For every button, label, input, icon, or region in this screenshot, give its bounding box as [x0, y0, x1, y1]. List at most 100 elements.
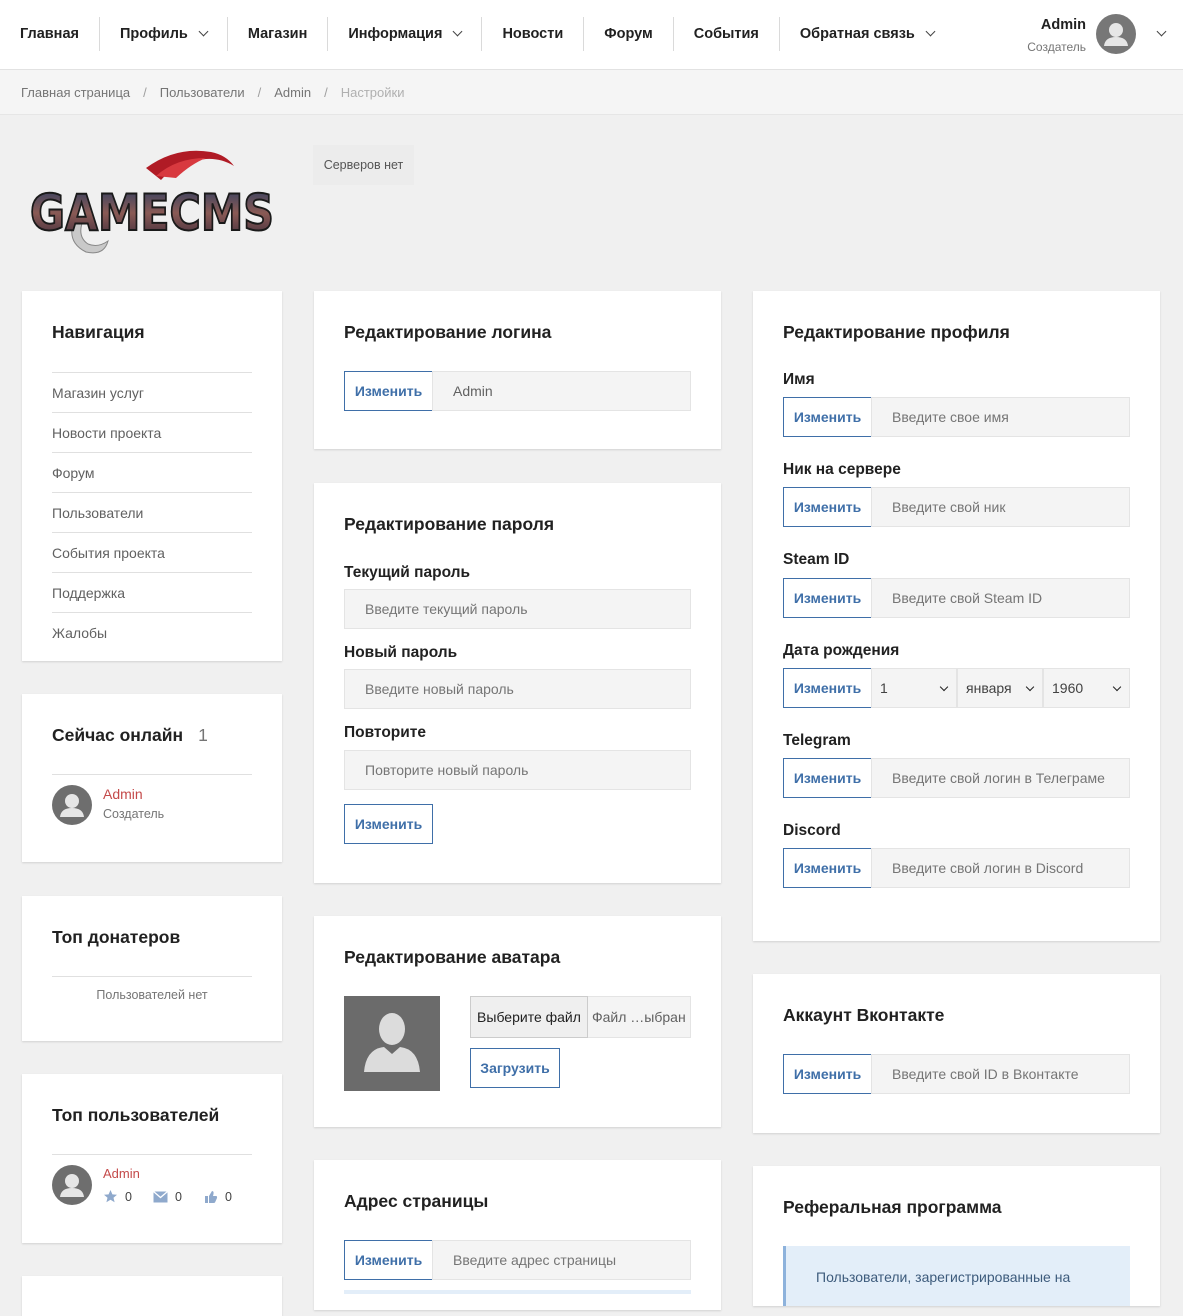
top-user-name[interactable]: Admin: [103, 1166, 140, 1181]
breadcrumb: Главная страница / Пользователи / Admin …: [0, 70, 1183, 115]
repeat-password-input[interactable]: Повторите новый пароль: [344, 750, 691, 790]
breadcrumb-item[interactable]: Admin: [274, 85, 311, 100]
birth-day-select[interactable]: 1: [871, 668, 957, 708]
card-title: Топ донатеров: [52, 927, 181, 947]
card-title: Редактирование логина: [344, 322, 552, 342]
sidebar-item-complaints[interactable]: Жалобы: [52, 612, 252, 652]
online-user-name[interactable]: Admin: [103, 786, 143, 802]
top-navbar: Главная Профиль Магазин Информация Новос…: [0, 0, 1183, 70]
change-telegram-button[interactable]: Изменить: [783, 758, 872, 798]
card-title: Редактирование пароля: [344, 514, 555, 534]
nav-item-news[interactable]: Новости: [482, 17, 585, 51]
user-name: Admin: [1040, 17, 1086, 33]
chevron-down-icon[interactable]: [1156, 26, 1167, 37]
discord-input[interactable]: Введите свой логин в Discord: [871, 848, 1130, 888]
navigation-card: Навигация Магазин услуг Новости проекта …: [22, 291, 282, 661]
envelope-icon: [153, 1191, 168, 1203]
sidebar-item-events[interactable]: События проекта: [52, 532, 252, 572]
nav-item-shop[interactable]: Магазин: [228, 17, 329, 51]
birth-date-label: Дата рождения: [783, 642, 900, 659]
divider: [52, 976, 252, 977]
birth-year-select[interactable]: 1960: [1043, 668, 1130, 708]
telegram-label: Telegram: [783, 732, 851, 749]
nav-item-label: Обратная связь: [799, 26, 915, 42]
online-count: 1: [198, 725, 208, 745]
avatar[interactable]: [52, 1165, 92, 1205]
breadcrumb-separator: /: [143, 84, 147, 100]
login-input[interactable]: Admin: [432, 371, 691, 411]
name-input[interactable]: Введите свое имя: [871, 397, 1130, 437]
user-silhouette-icon: [364, 1013, 420, 1072]
steam-id-label: Steam ID: [783, 551, 850, 568]
breadcrumb-separator: /: [324, 84, 328, 100]
upload-avatar-button[interactable]: Загрузить: [470, 1048, 560, 1088]
steam-id-input[interactable]: Введите свой Steam ID: [871, 578, 1130, 618]
messages-count: 0: [175, 1190, 182, 1204]
breadcrumb-item[interactable]: Пользователи: [160, 85, 245, 100]
top-users-card: Топ пользователей Admin 0 0 0: [22, 1074, 282, 1243]
sidebar-item-support[interactable]: Поддержка: [52, 572, 252, 612]
nav-item-forum[interactable]: Форум: [584, 17, 674, 51]
current-password-input[interactable]: Введите текущий пароль: [344, 589, 691, 629]
gamecms-logo-icon: GAMECMS: [29, 150, 275, 254]
user-silhouette-icon: [60, 794, 84, 817]
stars-count: 0: [125, 1190, 132, 1204]
sidebar-item-forum[interactable]: Форум: [52, 452, 252, 492]
avatar[interactable]: [52, 785, 92, 825]
sidebar-item-shop[interactable]: Магазин услуг: [52, 372, 252, 412]
change-address-button[interactable]: Изменить: [344, 1240, 433, 1280]
user-silhouette-icon: [60, 1174, 84, 1197]
new-password-input[interactable]: Введите новый пароль: [344, 669, 691, 709]
main-nav: Главная Профиль Магазин Информация Новос…: [0, 17, 954, 51]
breadcrumb-separator: /: [257, 84, 262, 100]
name-label: Имя: [783, 371, 815, 388]
avatar[interactable]: [1096, 14, 1136, 54]
change-login-button[interactable]: Изменить: [344, 371, 433, 411]
new-password-label: Новый пароль: [344, 644, 458, 661]
sidebar-item-users[interactable]: Пользователи: [52, 492, 252, 532]
birth-month-select[interactable]: января: [957, 668, 1043, 708]
file-status: Файл …ыбран: [588, 996, 691, 1038]
avatar-card: Редактирование аватара Выберите файл Фай…: [314, 916, 721, 1127]
select-value: января: [966, 680, 1012, 696]
password-card: Редактирование пароля Текущий пароль Вве…: [314, 483, 721, 883]
nav-item-label: События: [693, 26, 759, 42]
choose-file-button[interactable]: Выберите файл: [470, 996, 588, 1038]
change-name-button[interactable]: Изменить: [783, 397, 872, 437]
nav-item-home[interactable]: Главная: [0, 17, 100, 51]
change-steam-id-button[interactable]: Изменить: [783, 578, 872, 618]
change-discord-button[interactable]: Изменить: [783, 848, 872, 888]
referral-card: Реферальная программа Пользователи, заре…: [753, 1166, 1160, 1306]
address-note-partial: [344, 1290, 691, 1294]
nav-item-events[interactable]: События: [674, 17, 780, 51]
change-birth-date-button[interactable]: Изменить: [783, 668, 872, 708]
nav-item-profile[interactable]: Профиль: [100, 17, 228, 51]
chevron-down-icon: [198, 26, 209, 37]
online-card: Сейчас онлайн 1 Admin Создатель: [22, 694, 282, 862]
site-logo[interactable]: GAMECMS: [26, 146, 278, 259]
divider: [52, 774, 252, 775]
change-nick-button[interactable]: Изменить: [783, 487, 872, 527]
nav-item-label: Новости: [502, 26, 564, 42]
vk-id-input[interactable]: Введите свой ID в Вконтакте: [871, 1054, 1130, 1094]
select-value: 1960: [1052, 680, 1084, 696]
referral-info-alert: Пользователи, зарегистрированные на: [783, 1246, 1130, 1306]
thumbs-up-icon: [205, 1191, 218, 1203]
empty-state: Пользователей нет: [96, 988, 208, 1002]
change-password-button[interactable]: Изменить: [344, 804, 433, 844]
change-vk-button[interactable]: Изменить: [783, 1054, 872, 1094]
nick-input[interactable]: Введите свой ник: [871, 487, 1130, 527]
user-menu[interactable]: Admin Создатель: [983, 14, 1183, 56]
sidebar-item-news[interactable]: Новости проекта: [52, 412, 252, 452]
page-address-input[interactable]: Введите адрес страницы: [432, 1240, 691, 1280]
breadcrumb-item[interactable]: Главная страница: [21, 85, 130, 100]
chevron-down-icon: [1112, 682, 1122, 692]
telegram-input[interactable]: Введите свой логин в Телеграме: [871, 758, 1130, 798]
nav-item-info[interactable]: Информация: [328, 17, 483, 51]
card-title: Сейчас онлайн 1: [52, 725, 208, 746]
login-card: Редактирование логина Изменить Admin: [314, 291, 721, 449]
nav-item-label: Информация: [348, 26, 443, 42]
profile-card: Редактирование профиля Имя Изменить Введ…: [753, 291, 1160, 941]
nav-item-feedback[interactable]: Обратная связь: [780, 17, 954, 51]
repeat-password-label: Повторите: [344, 724, 426, 741]
